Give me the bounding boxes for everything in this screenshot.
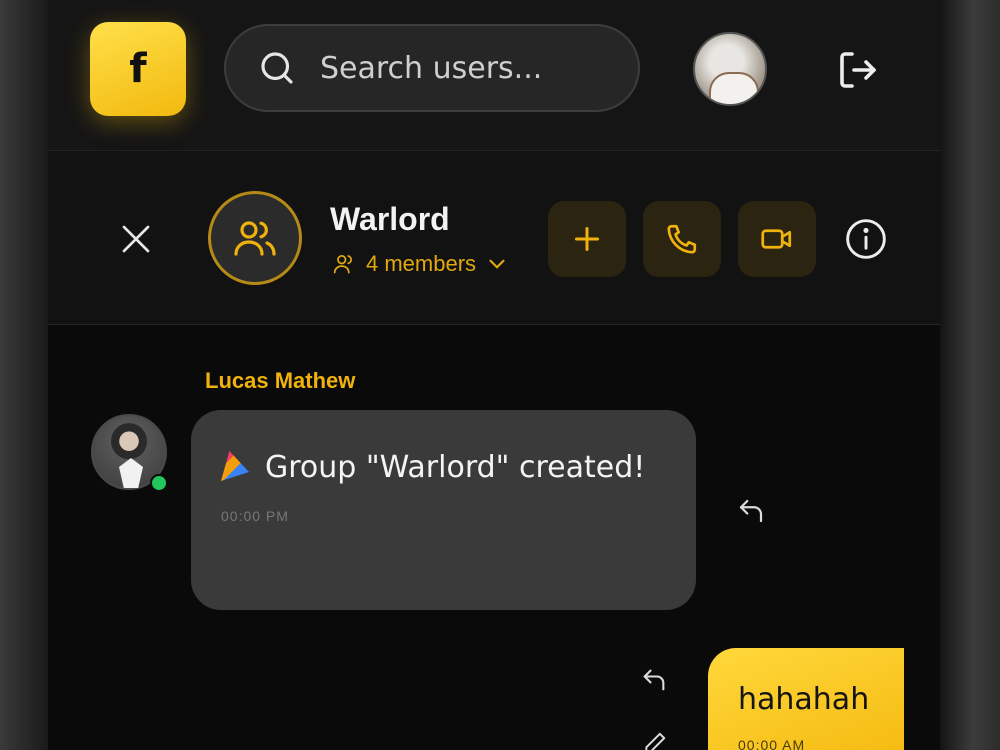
party-popper-icon: [221, 451, 249, 481]
app-logo[interactable]: f: [90, 22, 186, 116]
group-avatar[interactable]: [208, 191, 302, 285]
members-count: 4 members: [366, 251, 477, 276]
plus-icon: [575, 227, 599, 251]
phone-icon: [667, 224, 697, 254]
search-input[interactable]: [320, 50, 620, 86]
logout-icon[interactable]: [834, 46, 882, 94]
group-name: Warlord: [330, 201, 450, 237]
device-bezel-right: [940, 0, 1000, 750]
app-screen: f Warlord: [48, 0, 940, 750]
online-status-dot: [150, 474, 168, 492]
voice-call-button[interactable]: [643, 201, 721, 277]
message-timestamp: 00:00 AM: [738, 737, 806, 750]
users-icon: [234, 221, 276, 256]
message-text: hahahah: [738, 682, 870, 717]
logo-letter: f: [129, 46, 147, 92]
reply-icon[interactable]: [736, 496, 766, 526]
info-icon[interactable]: [844, 217, 888, 261]
video-call-button[interactable]: [738, 201, 816, 277]
top-bar: f: [48, 0, 940, 150]
close-icon[interactable]: [118, 221, 154, 257]
chevron-down-icon: [489, 259, 505, 269]
incoming-message-bubble[interactable]: Group "Warlord" created! 00:00 PM: [191, 410, 696, 610]
message-text: Group "Warlord" created!: [265, 450, 646, 485]
message-sender-name: Lucas Mathew: [205, 368, 356, 393]
members-dropdown[interactable]: 4 members: [332, 251, 510, 277]
message-list[interactable]: Lucas Mathew Group "Warlord" created! 00…: [48, 326, 940, 750]
reply-icon[interactable]: [640, 666, 668, 694]
group-header: Warlord 4 members: [48, 150, 940, 325]
members-icon: [333, 255, 352, 274]
search-bar[interactable]: [224, 24, 640, 112]
video-icon: [761, 229, 792, 249]
search-icon: [261, 52, 293, 84]
device-bezel-left: [0, 0, 48, 750]
user-avatar[interactable]: [693, 32, 767, 106]
edit-icon[interactable]: [642, 730, 668, 750]
outgoing-message-bubble[interactable]: hahahah 00:00 AM: [708, 648, 904, 750]
message-timestamp: 00:00 PM: [221, 508, 289, 524]
add-member-button[interactable]: [548, 201, 626, 277]
